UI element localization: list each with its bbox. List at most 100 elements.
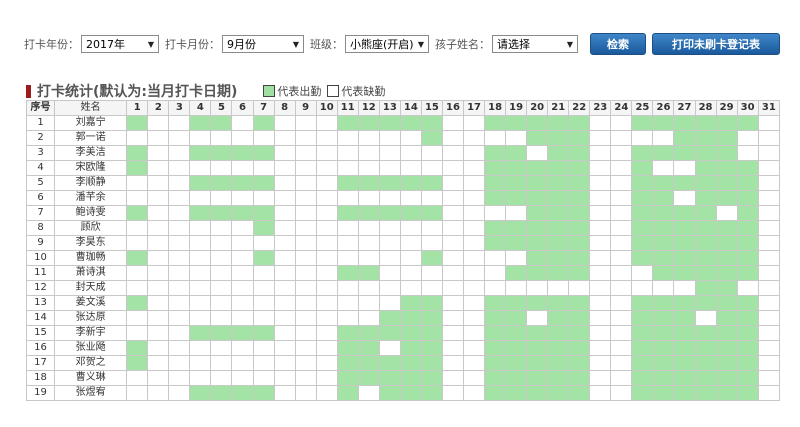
attendance-cell-absent <box>589 130 612 146</box>
attendance-cell-present <box>484 355 507 371</box>
attendance-cell-absent <box>441 145 465 161</box>
month-select[interactable]: 9月份 ▼ <box>222 35 304 53</box>
attendance-cell-present <box>568 145 591 161</box>
attendance-cell-present <box>526 115 549 131</box>
table-row: 3 李美洁 <box>25 145 781 161</box>
header-day-4: 4 <box>189 100 212 116</box>
attendance-cell-absent <box>589 295 612 311</box>
attendance-cell-absent <box>273 310 296 326</box>
attendance-cell-absent <box>441 235 465 251</box>
attendance-cell-present <box>673 340 696 356</box>
attendance-cell-present <box>189 115 212 131</box>
attendance-cell-absent <box>441 385 465 401</box>
attendance-cell-present <box>547 160 570 176</box>
attendance-cell-present <box>231 145 254 161</box>
attendance-cell-absent <box>210 220 233 236</box>
attendance-cell-present <box>547 250 570 266</box>
child-select[interactable]: 请选择 ▼ <box>492 35 578 53</box>
attendance-cell-absent <box>168 355 191 371</box>
attendance-cell-present <box>505 160 528 176</box>
filter-bar: 打卡年份： 2017年 ▼ 打卡月份： 9月份 ▼ 班级： 小熊座(开启) ▼ … <box>24 33 780 55</box>
attendance-cell-absent <box>273 250 296 266</box>
attendance-cell-absent <box>126 235 149 251</box>
attendance-cell-absent <box>378 340 401 356</box>
attendance-cell-absent <box>589 205 612 221</box>
attendance-cell-absent <box>315 190 338 206</box>
year-select[interactable]: 2017年 ▼ <box>81 35 159 53</box>
attendance-cell-present <box>378 370 401 386</box>
table-row: 10 曹珈畅 <box>25 250 781 266</box>
table-row: 2 郭一诺 <box>25 130 781 146</box>
attendance-cell-present <box>547 310 570 326</box>
attendance-cell-present <box>568 355 591 371</box>
chevron-down-icon: ▼ <box>292 39 299 49</box>
attendance-cell-present <box>652 370 675 386</box>
attendance-cell-absent <box>462 325 486 341</box>
row-index: 15 <box>25 325 56 341</box>
attendance-cell-present <box>736 340 759 356</box>
attendance-cell-absent <box>294 325 317 341</box>
row-index: 13 <box>25 295 56 311</box>
attendance-cell-present <box>736 370 759 386</box>
attendance-cell-present <box>631 205 654 221</box>
attendance-cell-absent <box>294 205 317 221</box>
attendance-cell-absent <box>336 310 359 326</box>
header-day-18: 18 <box>484 100 507 116</box>
attendance-cell-absent <box>462 265 486 281</box>
child-value: 请选择 <box>497 38 530 51</box>
header-day-31: 31 <box>757 100 781 116</box>
attendance-cell-absent <box>315 145 338 161</box>
attendance-cell-present <box>631 385 654 401</box>
attendance-cell-absent <box>294 115 317 131</box>
attendance-cell-absent <box>315 220 338 236</box>
attendance-cell-present <box>399 370 422 386</box>
attendance-cell-absent <box>441 190 465 206</box>
attendance-cell-absent <box>441 280 465 296</box>
attendance-cell-present <box>526 235 549 251</box>
attendance-cell-absent <box>273 220 296 236</box>
attendance-cell-present <box>694 295 717 311</box>
attendance-cell-absent <box>147 250 170 266</box>
attendance-cell-absent <box>757 175 781 191</box>
attendance-cell-absent <box>378 160 401 176</box>
header-day-27: 27 <box>673 100 696 116</box>
attendance-cell-present <box>694 280 717 296</box>
attendance-cell-present <box>399 310 422 326</box>
attendance-cell-absent <box>252 130 275 146</box>
attendance-cell-absent <box>526 280 549 296</box>
attendance-cell-absent <box>273 190 296 206</box>
row-index: 4 <box>25 160 56 176</box>
attendance-cell-absent <box>757 145 781 161</box>
attendance-cell-absent <box>210 130 233 146</box>
attendance-cell-absent <box>610 220 633 236</box>
attendance-cell-absent <box>147 355 170 371</box>
attendance-cell-absent <box>252 190 275 206</box>
attendance-cell-present <box>694 115 717 131</box>
header-day-19: 19 <box>505 100 528 116</box>
legend-absent-label: 代表缺勤 <box>341 85 386 98</box>
attendance-cell-present <box>399 325 422 341</box>
attendance-cell-present <box>252 115 275 131</box>
attendance-cell-absent <box>736 130 759 146</box>
attendance-cell-absent <box>757 385 781 401</box>
attendance-cell-absent <box>189 340 212 356</box>
attendance-cell-absent <box>399 220 422 236</box>
row-index: 17 <box>25 355 56 371</box>
attendance-table: 序号 姓名 1 2 3 4 5 6 7 8 9 10 11 12 13 14 15 16 17 18 19 20 21 2… <box>25 100 781 401</box>
attendance-cell-absent <box>231 235 254 251</box>
row-index: 7 <box>25 205 56 221</box>
attendance-cell-present <box>715 115 738 131</box>
search-button[interactable]: 检索 <box>590 33 646 55</box>
header-day-2: 2 <box>147 100 170 116</box>
attendance-cell-present <box>526 250 549 266</box>
attendance-cell-present <box>484 115 507 131</box>
attendance-cell-absent <box>336 130 359 146</box>
attendance-cell-present <box>231 175 254 191</box>
print-unswiped-button[interactable]: 打印未刷卡登记表 <box>652 33 780 55</box>
attendance-cell-present <box>505 190 528 206</box>
attendance-cell-absent <box>273 355 296 371</box>
attendance-cell-present <box>652 250 675 266</box>
class-select[interactable]: 小熊座(开启) ▼ <box>345 35 429 53</box>
attendance-cell-absent <box>757 160 781 176</box>
child-name: 潘芊余 <box>54 190 128 206</box>
